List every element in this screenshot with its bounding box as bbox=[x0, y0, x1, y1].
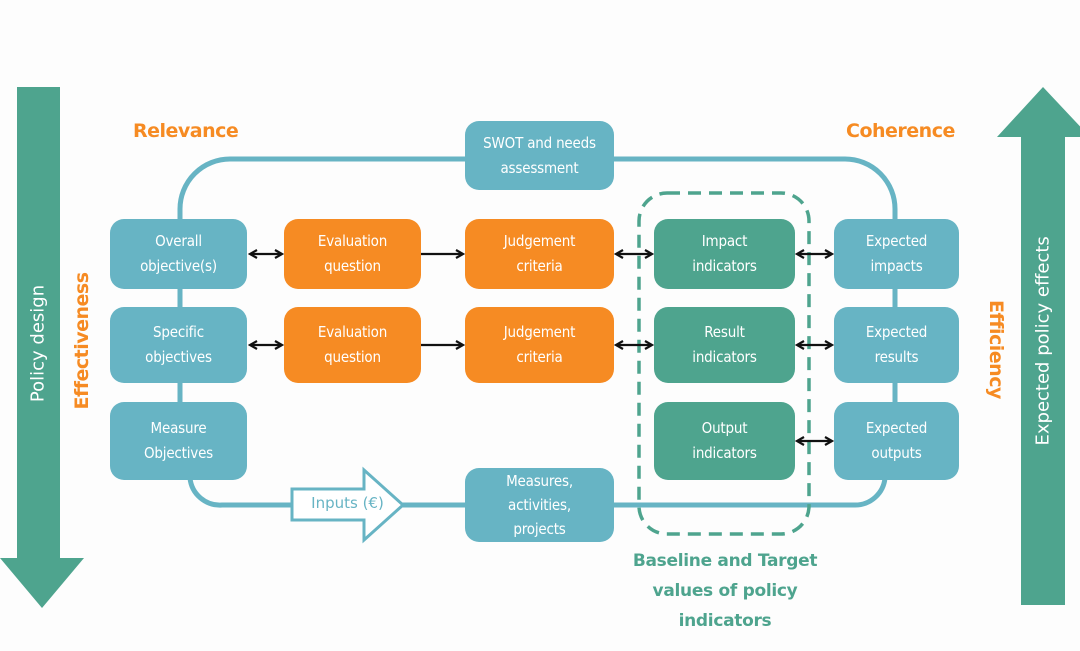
measure-objectives-box: Measure Objectives bbox=[110, 402, 247, 480]
output-indicators-box: Output indicators bbox=[654, 402, 795, 480]
relevance-label: Relevance bbox=[133, 120, 239, 142]
swot-box: SWOT and needs assessment bbox=[465, 121, 614, 190]
overall-objectives-box: Overall objective(s) bbox=[110, 219, 247, 289]
evaluation-question-box-2: Evaluation question bbox=[284, 307, 421, 383]
expected-outputs-box: Expected outputs bbox=[834, 402, 959, 480]
judgement-criteria-box-2: Judgement criteria bbox=[465, 307, 614, 383]
efficiency-label: Efficiency bbox=[985, 300, 1007, 399]
impact-indicators-box: Impact indicators bbox=[654, 219, 795, 289]
inputs-arrow-label: Inputs (€) bbox=[311, 494, 384, 512]
expected-policy-effects-label: Expected policy effects bbox=[1032, 236, 1054, 446]
expected-impacts-box: Expected impacts bbox=[834, 219, 959, 289]
evaluation-question-box-1: Evaluation question bbox=[284, 219, 421, 289]
indicator-group-caption: Baseline and Target values of policy ind… bbox=[632, 551, 818, 631]
policy-design-label: Policy design bbox=[27, 284, 49, 403]
expected-results-box: Expected results bbox=[834, 307, 959, 383]
coherence-label: Coherence bbox=[846, 120, 955, 142]
effectiveness-label: Effectiveness bbox=[71, 272, 93, 410]
specific-objectives-box: Specific objectives bbox=[110, 307, 247, 383]
measures-activities-projects-box: Measures, activities, projects bbox=[465, 468, 614, 542]
judgement-criteria-box-1: Judgement criteria bbox=[465, 219, 614, 289]
result-indicators-box: Result indicators bbox=[654, 307, 795, 383]
